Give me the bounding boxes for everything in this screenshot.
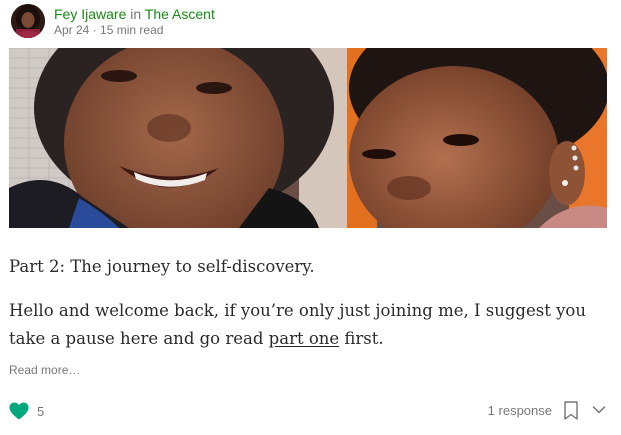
read-time: 15 min read [100, 22, 164, 37]
byline-in: in [130, 5, 142, 22]
responses-link[interactable]: 1 response [488, 403, 552, 418]
post-header: Fey Ijaware in The Ascent Apr 24 · 15 mi… [11, 3, 215, 39]
author-name-link[interactable]: Fey Ijaware [54, 6, 126, 22]
post-meta: Fey Ijaware in The Ascent Apr 24 · 15 mi… [54, 5, 215, 38]
read-more-link[interactable]: Read more… [9, 362, 80, 378]
publication-link[interactable]: The Ascent [145, 6, 215, 22]
part-one-link[interactable]: part one [269, 329, 340, 348]
post-date[interactable]: Apr 24 [54, 23, 89, 37]
post-footer-claps: 5 [9, 400, 44, 422]
post-card: Fey Ijaware in The Ascent Apr 24 · 15 mi… [0, 0, 621, 435]
chevron-down-icon[interactable] [578, 405, 606, 415]
post-dateline: Apr 24 · 15 min read [54, 23, 215, 38]
clap-count[interactable]: 5 [37, 404, 44, 419]
dateline-separator: · [92, 22, 97, 37]
post-hero-image[interactable] [9, 48, 607, 228]
excerpt-text-after: first. [339, 329, 384, 348]
heart-icon[interactable] [9, 402, 29, 420]
byline: Fey Ijaware in The Ascent [54, 5, 215, 23]
post-subtitle[interactable]: Part 2: The journey to self-discovery. [9, 254, 609, 280]
post-excerpt[interactable]: Hello and welcome back, if you’re only j… [9, 297, 609, 353]
bookmark-icon[interactable] [564, 400, 578, 420]
post-footer-actions: 1 response [488, 399, 606, 421]
author-avatar[interactable] [11, 4, 45, 38]
